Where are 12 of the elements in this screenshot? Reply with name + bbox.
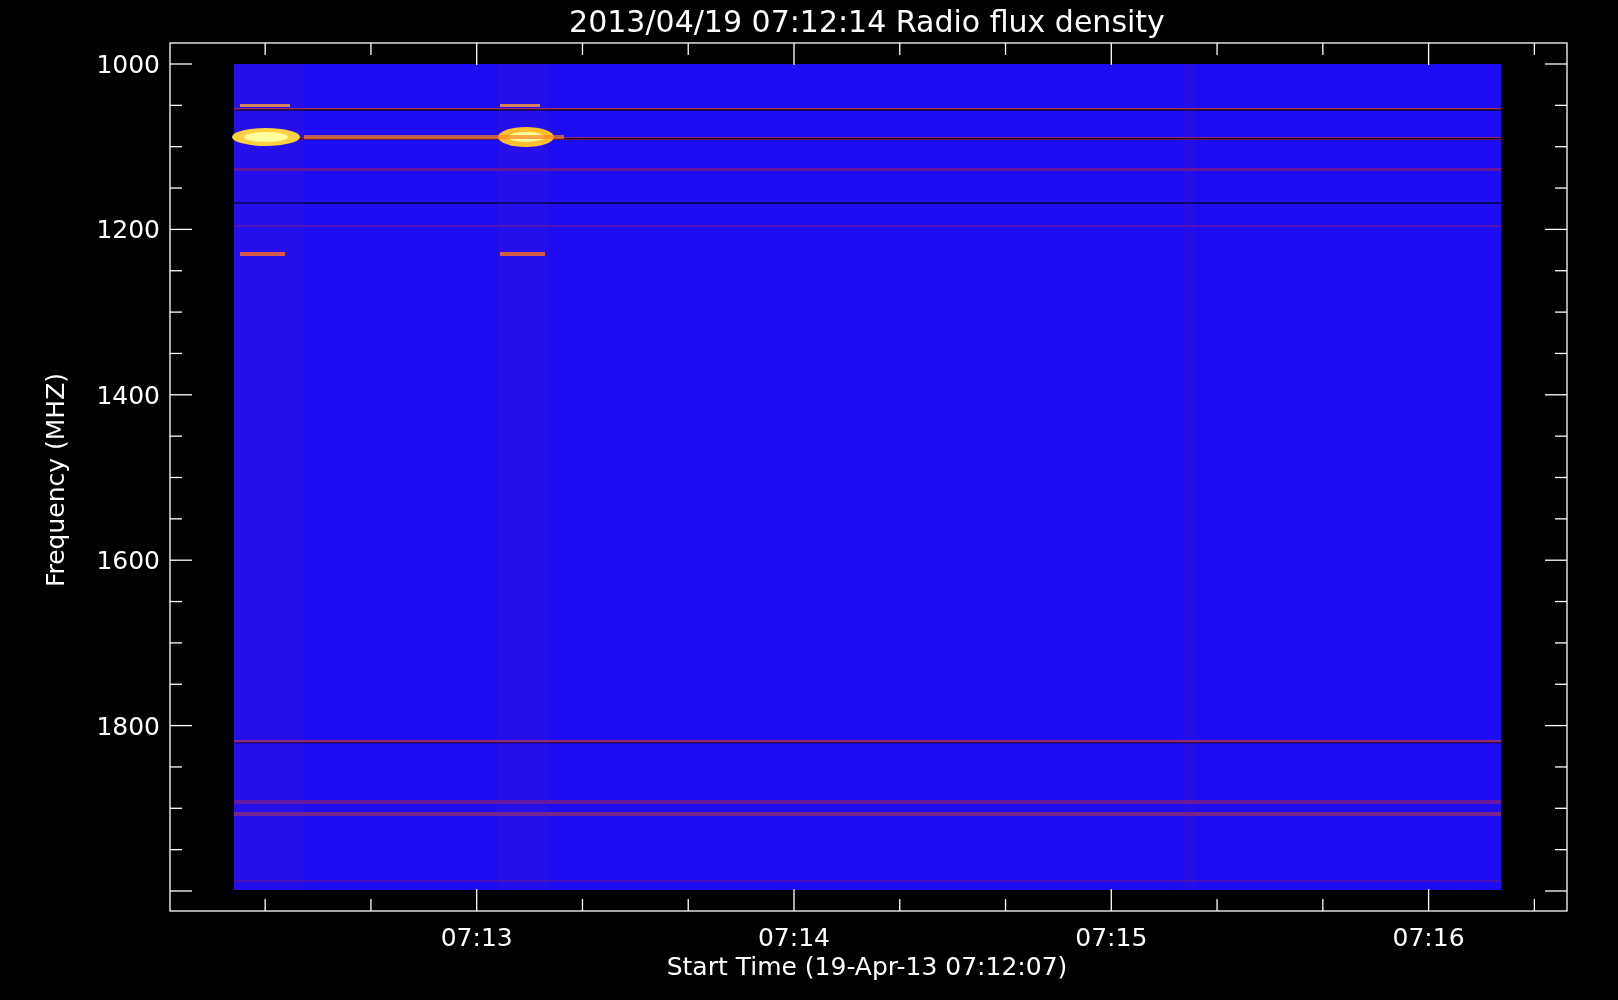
x-tick-label: 07:16 bbox=[1392, 923, 1465, 952]
x-axis-label: Start Time (19-Apr-13 07:12:07) bbox=[666, 952, 1068, 981]
chart-title: 2013/04/19 07:12:14 Radio flux density bbox=[569, 4, 1165, 39]
x-tick-label: 07:14 bbox=[758, 923, 830, 952]
y-tick-label: 1200 bbox=[96, 215, 160, 245]
x-tick-label: 07:15 bbox=[1075, 923, 1148, 952]
y-tick-label: 1000 bbox=[96, 50, 160, 79]
y-axis-label: Frequency (MHZ) bbox=[41, 372, 70, 588]
y-tick-label: 1800 bbox=[96, 711, 160, 741]
x-tick-label: 07:13 bbox=[440, 923, 513, 952]
y-tick-label: 1400 bbox=[96, 380, 160, 410]
y-tick-label: 1600 bbox=[96, 546, 160, 576]
